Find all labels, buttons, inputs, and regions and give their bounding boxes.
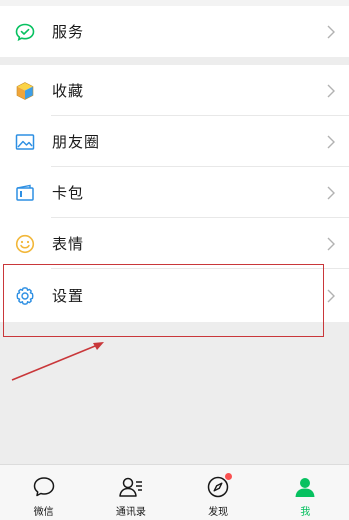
menu-item-card-wallet[interactable]: 卡包 [0, 167, 349, 218]
menu-item-label: 收藏 [52, 82, 85, 100]
tab-chats[interactable]: 微信 [0, 465, 87, 520]
annotation-arrow-icon [11, 342, 104, 381]
card-wallet-icon [14, 182, 36, 204]
menu-group-main: 收藏 朋友圈 卡包 表情 设置 [0, 65, 349, 322]
contacts-icon [118, 474, 144, 500]
menu-item-label: 朋友圈 [52, 133, 101, 151]
menu-item-moments[interactable]: 朋友圈 [0, 116, 349, 167]
profile-person-icon [292, 474, 318, 500]
menu-group-services: 服务 [0, 6, 349, 57]
tab-label: 通讯录 [115, 507, 146, 518]
chevron-right-icon [327, 135, 335, 148]
menu-item-services[interactable]: 服务 [0, 6, 349, 57]
chevron-right-icon [327, 289, 335, 302]
chevron-right-icon [327, 84, 335, 97]
tab-label: 微信 [33, 507, 54, 518]
tab-contacts[interactable]: 通讯录 [87, 465, 174, 520]
favorites-cube-icon [14, 80, 36, 102]
menu-item-settings[interactable]: 设置 [0, 269, 349, 322]
gear-icon [14, 285, 36, 307]
bottom-tab-bar: 微信 通讯录 发现 我 [0, 464, 349, 520]
menu-item-label: 设置 [52, 287, 85, 305]
menu-item-label: 服务 [52, 23, 85, 41]
tab-discover[interactable]: 发现 [175, 465, 262, 520]
menu-item-label: 卡包 [52, 184, 85, 202]
menu-item-stickers[interactable]: 表情 [0, 218, 349, 269]
menu-item-favorites[interactable]: 收藏 [0, 65, 349, 116]
tab-label: 我 [300, 507, 311, 518]
chevron-right-icon [327, 186, 335, 199]
tab-label: 发现 [208, 507, 229, 518]
moments-photo-icon [14, 131, 36, 153]
sticker-smile-icon [14, 233, 36, 255]
chat-bubble-icon [31, 474, 57, 500]
menu-item-label: 表情 [52, 235, 85, 253]
tab-me[interactable]: 我 [262, 465, 349, 520]
chevron-right-icon [327, 25, 335, 38]
service-check-icon [14, 21, 36, 43]
chevron-right-icon [327, 237, 335, 250]
